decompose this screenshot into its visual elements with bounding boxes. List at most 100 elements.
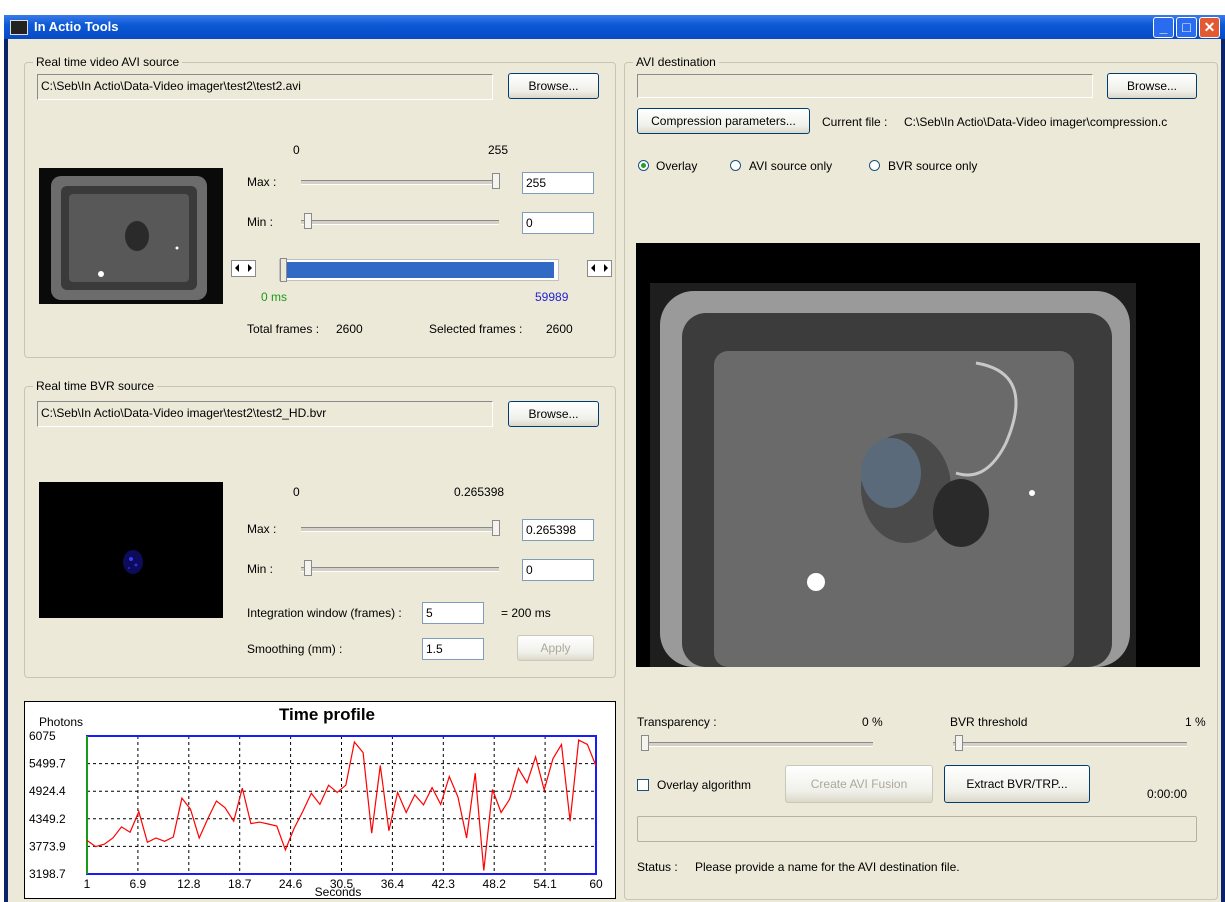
- avi-source-path-field[interactable]: C:\Seb\In Actio\Data-Video imager\test2\…: [37, 74, 493, 100]
- bvr-threshold-slider-track[interactable]: [953, 742, 1187, 747]
- maximize-button[interactable]: □: [1176, 17, 1197, 38]
- time-profile-chart: Time profile Photons Seconds 1 6.9 12.8 18.…: [24, 701, 616, 899]
- current-file-label: Current file :: [822, 115, 888, 129]
- close-button[interactable]: ✕: [1199, 17, 1220, 38]
- bvr-min-input[interactable]: 0: [522, 559, 594, 581]
- avi-min-input[interactable]: 0: [522, 212, 594, 234]
- chart-title: Time profile: [279, 705, 375, 724]
- chart-x-tick-label: 30.5: [330, 877, 354, 891]
- bvr-threshold-slider-thumb[interactable]: [955, 735, 964, 751]
- current-file-path: C:\Seb\In Actio\Data-Video imager\compre…: [904, 115, 1168, 129]
- bvr-range-min-label: 0: [293, 485, 300, 499]
- elapsed-time: 0:00:00: [1147, 787, 1188, 801]
- bvr-preview-image: [39, 482, 223, 618]
- compression-parameters-button[interactable]: Compression parameters...: [637, 108, 810, 134]
- client-area: Real time video AVI source C:\Seb\In Act…: [8, 39, 1221, 902]
- overlay-algorithm-checkbox[interactable]: [637, 779, 649, 791]
- chart-x-tick-label: 60: [589, 877, 603, 891]
- chart-y-tick-label: 3773.9: [29, 839, 66, 853]
- minimize-icon: _: [1159, 19, 1168, 35]
- total-frames-label: Total frames :: [247, 322, 320, 336]
- app-window: In Actio Tools _ □ ✕ Real time video AVI…: [4, 15, 1225, 902]
- bvr-threshold-value: 1 %: [1185, 715, 1206, 729]
- overlay-radio-label[interactable]: Overlay: [656, 159, 697, 173]
- integration-window-input[interactable]: 5: [422, 602, 484, 624]
- title-bar[interactable]: In Actio Tools _ □ ✕: [4, 15, 1225, 39]
- minimize-button[interactable]: _: [1153, 17, 1174, 38]
- frame-range-end-label: 59989: [535, 290, 569, 304]
- avi-source-preview: [39, 168, 223, 304]
- transparency-label: Transparency :: [637, 715, 717, 729]
- status-label: Status :: [637, 860, 678, 874]
- avi-max-slider-track[interactable]: [301, 180, 499, 185]
- avi-source-browse-button[interactable]: Browse...: [508, 73, 599, 99]
- bvr-source-only-radio-label[interactable]: BVR source only: [888, 159, 977, 173]
- chart-x-tick-label: 18.7: [228, 877, 252, 891]
- integration-window-label: Integration window (frames) :: [247, 606, 402, 620]
- extract-bvr-trp-button[interactable]: Extract BVR/TRP...: [944, 765, 1090, 803]
- chart-x-tick-label: 12.8: [177, 877, 201, 891]
- avi-destination-group: AVI destination Browse... Compression pa…: [624, 55, 1218, 900]
- avi-max-slider-thumb[interactable]: [492, 173, 500, 189]
- chart-y-tick-label: 6075: [29, 729, 56, 743]
- chart-x-tick-label: 1: [84, 877, 91, 891]
- bvr-range-max-label: 0.265398: [454, 485, 505, 499]
- frame-range-slider[interactable]: [279, 258, 559, 282]
- chart-x-tick-label: 6.9: [130, 877, 147, 891]
- bvr-min-slider-thumb[interactable]: [304, 560, 312, 576]
- integration-ms-label: = 200 ms: [501, 606, 551, 620]
- bvr-max-slider-track[interactable]: [301, 527, 499, 532]
- transparency-value: 0 %: [862, 715, 883, 729]
- chart-x-tick-label: 42.3: [432, 877, 456, 891]
- maximize-icon: □: [1182, 19, 1191, 35]
- frame-range-selection[interactable]: [286, 262, 554, 278]
- avi-preview-image: [39, 168, 223, 304]
- bvr-min-label: Min :: [247, 562, 274, 576]
- arrow-left-icon: [591, 264, 595, 272]
- avi-source-group: Real time video AVI source C:\Seb\In Act…: [24, 55, 616, 358]
- bvr-source-browse-button[interactable]: Browse...: [508, 401, 599, 427]
- avi-max-input[interactable]: 255: [522, 172, 594, 194]
- transparency-slider-thumb[interactable]: [641, 735, 649, 751]
- avi-min-slider-track[interactable]: [301, 220, 499, 225]
- arrow-right-icon: [604, 264, 608, 272]
- overlay-algorithm-label[interactable]: Overlay algorithm: [657, 778, 751, 792]
- avi-destination-group-label: AVI destination: [633, 55, 719, 69]
- apply-button[interactable]: Apply: [517, 635, 594, 661]
- chart-x-tick-label: 24.6: [279, 877, 303, 891]
- status-text: Please provide a name for the AVI destin…: [695, 860, 960, 874]
- bvr-source-group-label: Real time BVR source: [33, 379, 158, 393]
- overlay-radio[interactable]: [638, 160, 649, 171]
- arrow-left-icon: [235, 264, 239, 272]
- app-icon: [10, 20, 28, 35]
- bvr-max-input[interactable]: 0.265398: [522, 519, 594, 541]
- avi-source-only-radio[interactable]: [730, 160, 741, 171]
- bvr-max-slider-thumb[interactable]: [492, 520, 500, 536]
- close-icon: ✕: [1203, 19, 1216, 35]
- window-title: In Actio Tools: [34, 19, 119, 34]
- bvr-min-slider-track[interactable]: [301, 567, 499, 572]
- bvr-source-group: Real time BVR source C:\Seb\In Actio\Dat…: [24, 379, 616, 678]
- avi-source-group-label: Real time video AVI source: [33, 55, 183, 69]
- arrow-right-icon: [248, 264, 252, 272]
- avi-end-spin-button[interactable]: [587, 260, 612, 277]
- transparency-slider-track[interactable]: [641, 742, 873, 747]
- bvr-source-path-field[interactable]: C:\Seb\In Actio\Data-Video imager\test2\…: [37, 401, 493, 427]
- selected-frames-value: 2600: [546, 322, 573, 336]
- create-avi-fusion-button[interactable]: Create AVI Fusion: [785, 765, 933, 803]
- bvr-source-only-radio[interactable]: [869, 160, 880, 171]
- avi-destination-path-field[interactable]: [637, 74, 1093, 98]
- smoothing-label: Smoothing (mm) :: [247, 642, 343, 656]
- selected-frames-label: Selected frames :: [429, 322, 523, 336]
- smoothing-input[interactable]: 1.5: [422, 638, 484, 660]
- avi-min-slider-thumb[interactable]: [304, 213, 312, 229]
- avi-min-label: Min :: [247, 215, 274, 229]
- chart-y-tick-label: 3198.7: [29, 867, 66, 881]
- avi-start-spin-button[interactable]: [231, 260, 256, 277]
- time-profile-chart-svg: Time profile Photons Seconds 1 6.9 12.8 18.…: [29, 705, 603, 898]
- bvr-threshold-label: BVR threshold: [950, 715, 1028, 729]
- avi-source-only-radio-label[interactable]: AVI source only: [749, 159, 832, 173]
- avi-destination-browse-button[interactable]: Browse...: [1107, 73, 1197, 99]
- overlay-preview: [636, 243, 1200, 667]
- frame-range-start-handle[interactable]: [280, 258, 287, 282]
